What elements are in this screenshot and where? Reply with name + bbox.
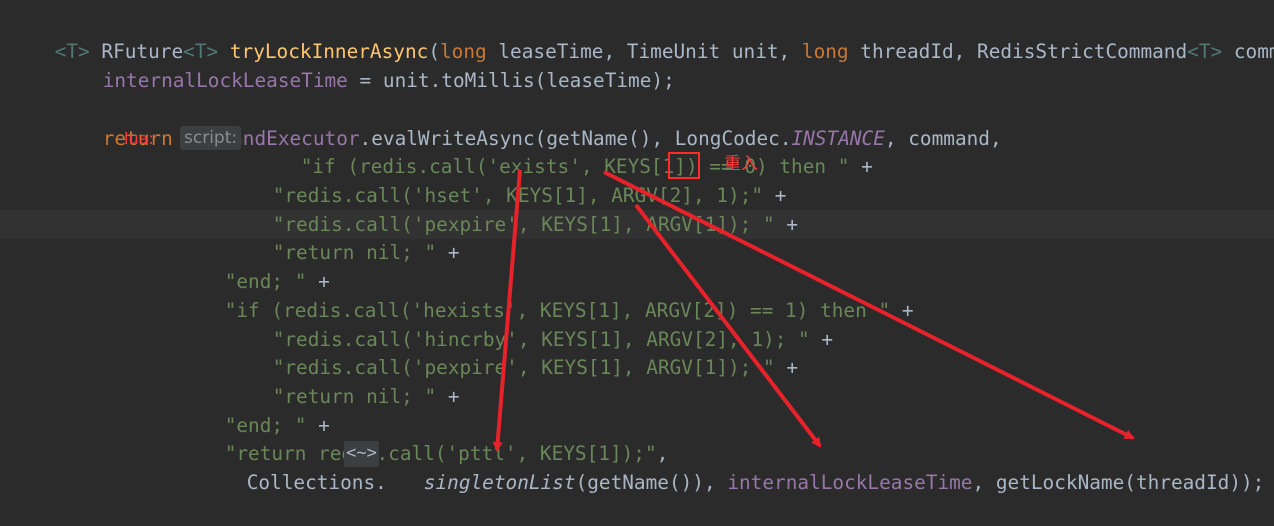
- lock-name-call: , getLockName(threadId));: [972, 470, 1265, 494]
- singleton-list-method: singletonList: [423, 470, 576, 494]
- arrow-argv1-to-lease-time: [634, 203, 822, 448]
- code-editor[interactable]: <T> RFuture<T> tryLockInnerAsync(long le…: [0, 0, 1274, 494]
- arrow-argv2-to-thread-id: [603, 170, 1135, 440]
- annotation-arrows: [492, 169, 1135, 452]
- arrow-keys-to-singleton: [492, 169, 522, 452]
- collections-class: Collections.: [246, 470, 387, 494]
- singleton-args: (getName()),: [575, 470, 728, 494]
- lease-time-field: internalLockLeaseTime: [727, 470, 973, 494]
